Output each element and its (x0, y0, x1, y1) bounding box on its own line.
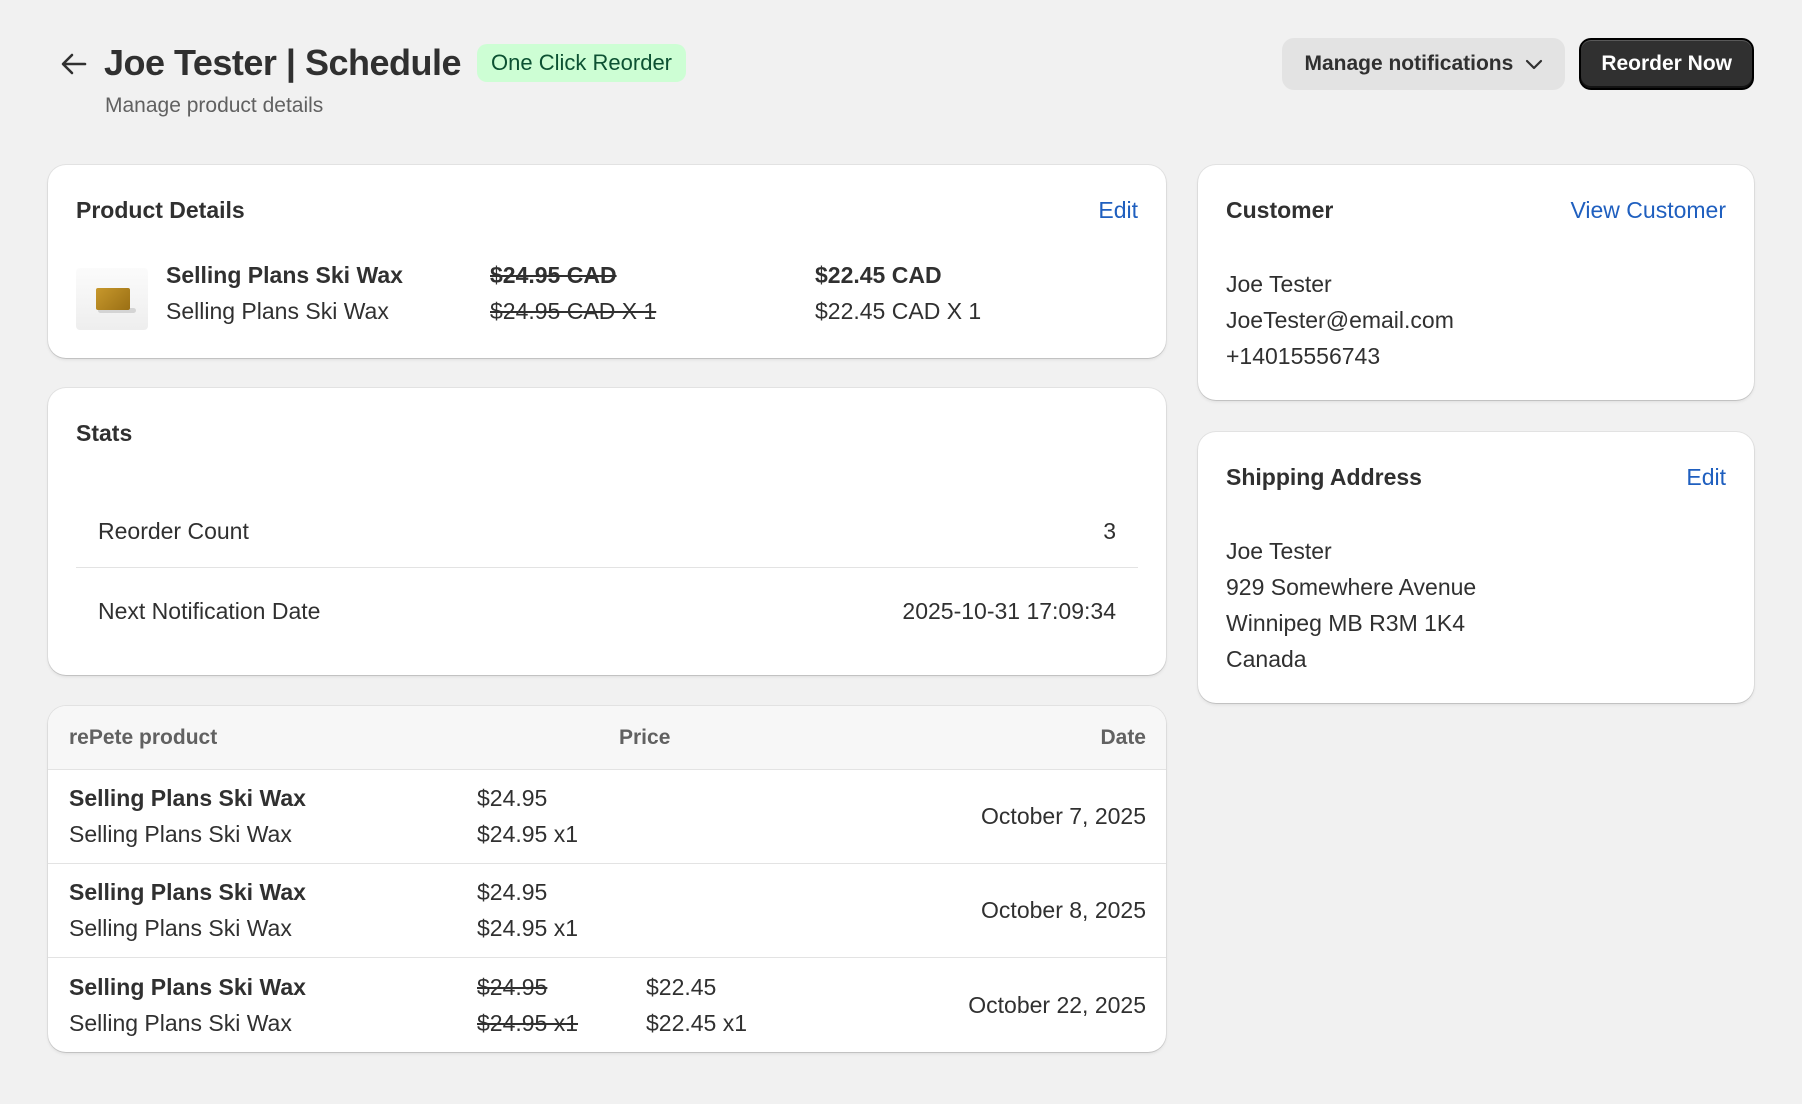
edit-shipping-link[interactable]: Edit (1686, 464, 1726, 491)
product-thumbnail (76, 268, 148, 330)
row-original-price: $24.95 $24.95 x1 (477, 969, 578, 1041)
page-title: Joe Tester | Schedule (104, 42, 462, 83)
stat-value: 3 (1103, 518, 1116, 544)
header-actions: Manage notifications Reorder Now (1282, 38, 1754, 90)
original-price: $24.95 CAD (490, 262, 617, 288)
shipping-title: Shipping Address (1226, 464, 1422, 490)
stat-label: Reorder Count (98, 518, 249, 544)
row-product-name: Selling Plans Ski Wax (69, 785, 306, 811)
customer-card: Customer View Customer Joe Tester JoeTes… (1198, 165, 1754, 400)
stat-label: Next Notification Date (98, 598, 321, 624)
row-price-qty: $24.95 x1 (477, 1010, 579, 1036)
stat-row-reorder-count: Reorder Count 3 (76, 494, 1138, 570)
row-product: Selling Plans Ski Wax Selling Plans Ski … (69, 969, 306, 1041)
status-badge: One Click Reorder (477, 44, 686, 82)
row-date: October 7, 2025 (981, 803, 1146, 829)
row-price-value: $24.95 (477, 785, 548, 811)
row-product-variant: Selling Plans Ski Wax (69, 1010, 292, 1036)
view-customer-link[interactable]: View Customer (1570, 197, 1726, 224)
chevron-down-icon (1526, 59, 1543, 70)
back-button[interactable] (54, 44, 94, 84)
stat-value: 2025-10-31 17:09:34 (902, 598, 1116, 624)
row-price-qty: $24.95 x1 (477, 915, 579, 941)
row-product: Selling Plans Ski Wax Selling Plans Ski … (69, 874, 306, 946)
product-details-card: Product Details Edit Selling Plans Ski W… (48, 165, 1166, 358)
row-price: $24.95 $24.95 x1 (477, 780, 578, 852)
edit-product-link[interactable]: Edit (1098, 197, 1138, 224)
original-price-column: $24.95 CAD $24.95 CAD X 1 (490, 257, 656, 329)
shipping-name: Joe Tester (1226, 538, 1332, 564)
product-details-title: Product Details (76, 197, 245, 223)
column-header-date: Date (1100, 726, 1146, 749)
table-row[interactable]: Selling Plans Ski Wax Selling Plans Ski … (48, 864, 1166, 958)
row-price: $24.95 $24.95 x1 (477, 874, 578, 946)
reorder-now-button[interactable]: Reorder Now (1579, 38, 1754, 90)
row-discount-price-qty: $22.45 x1 (646, 1010, 748, 1036)
shipping-city: Winnipeg MB R3M 1K4 (1226, 610, 1466, 636)
stats-title: Stats (76, 420, 133, 446)
customer-phone: +14015556743 (1226, 343, 1381, 369)
original-price-qty: $24.95 CAD X 1 (490, 298, 657, 324)
shipping-country: Canada (1226, 646, 1307, 672)
product-name-column: Selling Plans Ski Wax Selling Plans Ski … (166, 257, 403, 329)
customer-title: Customer (1226, 197, 1334, 223)
row-price-value: $24.95 (477, 879, 548, 905)
discounted-price-column: $22.45 CAD $22.45 CAD X 1 (815, 257, 981, 329)
product-variant: Selling Plans Ski Wax (166, 298, 389, 324)
arrow-left-icon (61, 53, 87, 75)
discounted-price: $22.45 CAD (815, 262, 942, 288)
manage-notifications-button[interactable]: Manage notifications (1282, 38, 1566, 90)
row-discount-price-value: $22.45 (646, 974, 717, 1000)
row-product-variant: Selling Plans Ski Wax (69, 915, 292, 941)
row-date: October 22, 2025 (968, 992, 1146, 1018)
reorder-history-table: rePete product Price Date Selling Plans … (48, 706, 1166, 1052)
row-product-name: Selling Plans Ski Wax (69, 974, 306, 1000)
ski-wax-image (96, 288, 130, 310)
shipping-address: Joe Tester 929 Somewhere Avenue Winnipeg… (1226, 533, 1476, 677)
manage-notifications-label: Manage notifications (1304, 52, 1514, 75)
discounted-price-qty: $22.45 CAD X 1 (815, 298, 982, 324)
stats-card: Stats Reorder Count 3 Next Notification … (48, 388, 1166, 675)
title-row: Joe Tester | Schedule One Click Reorder (104, 42, 686, 84)
table-header: rePete product Price Date (48, 706, 1166, 770)
row-product-variant: Selling Plans Ski Wax (69, 821, 292, 847)
page-header: Joe Tester | Schedule One Click Reorder … (48, 36, 1754, 126)
customer-name: Joe Tester (1226, 271, 1332, 297)
shipping-address-card: Shipping Address Edit Joe Tester 929 Som… (1198, 432, 1754, 703)
product-name: Selling Plans Ski Wax (166, 262, 403, 288)
table-row[interactable]: Selling Plans Ski Wax Selling Plans Ski … (48, 959, 1166, 1052)
row-date: October 8, 2025 (981, 897, 1146, 923)
row-product: Selling Plans Ski Wax Selling Plans Ski … (69, 780, 306, 852)
column-header-price: Price (619, 726, 671, 749)
table-row[interactable]: Selling Plans Ski Wax Selling Plans Ski … (48, 770, 1166, 864)
page-subtitle: Manage product details (105, 94, 324, 117)
stat-row-next-notification: Next Notification Date 2025-10-31 17:09:… (76, 574, 1138, 650)
schedule-page: Joe Tester | Schedule One Click Reorder … (0, 0, 1802, 1104)
shipping-street: 929 Somewhere Avenue (1226, 574, 1477, 600)
row-discount-price: $22.45 $22.45 x1 (646, 969, 747, 1041)
row-product-name: Selling Plans Ski Wax (69, 879, 306, 905)
customer-info: Joe Tester JoeTester@email.com +14015556… (1226, 266, 1454, 374)
stats-divider (76, 567, 1138, 568)
row-price-qty: $24.95 x1 (477, 821, 579, 847)
column-header-product: rePete product (69, 726, 218, 749)
customer-email: JoeTester@email.com (1226, 307, 1454, 333)
row-price-value: $24.95 (477, 974, 548, 1000)
